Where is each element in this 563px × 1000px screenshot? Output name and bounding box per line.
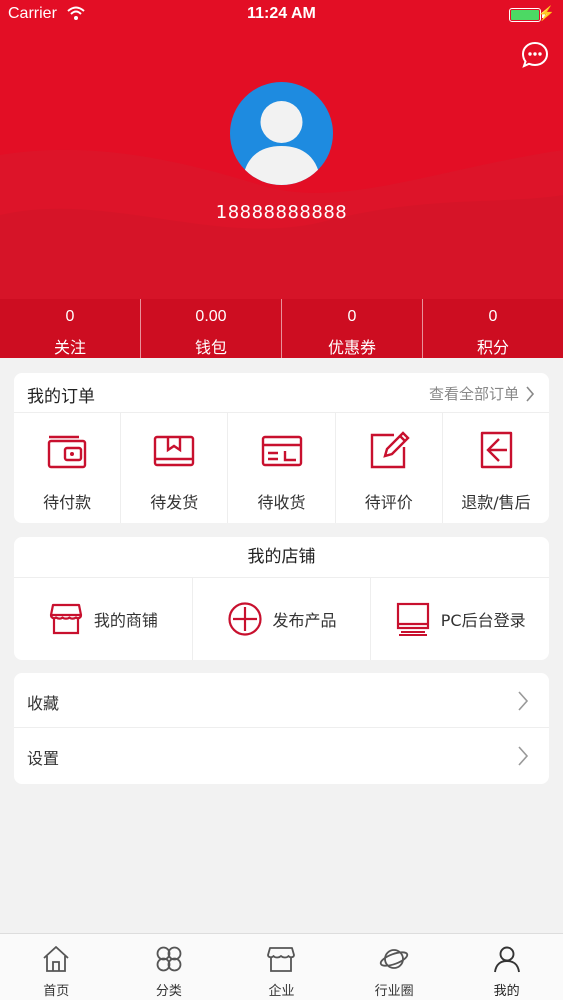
favorites-row[interactable]: 收藏 [14,673,549,728]
order-refund[interactable]: 退款/售后 [443,413,549,523]
order-pending-review[interactable]: 待评价 [336,413,443,523]
bottom-tab-bar: 首页 分类 企业 行业圈 我的 [0,933,563,1000]
order-item-label: 退款/售后 [461,493,531,512]
user-icon [493,946,520,973]
clock: 11:24 AM [247,5,316,22]
tab-label: 分类 [155,984,182,999]
tab-label: 我的 [493,984,520,999]
tab-label: 企业 [268,984,295,999]
stat-value: 0 [488,308,498,325]
orders-header: 我的订单 查看全部订单 [14,373,549,413]
orders-card: 我的订单 查看全部订单 待付款 待发货 待收货 待评价 退款/售后 [14,373,549,523]
avatar[interactable] [230,82,333,185]
order-item-label: 待收货 [257,493,306,512]
store-icon [49,603,82,635]
shop-card: 我的店铺 我的商铺 发布产品 PC后台登录 [14,537,549,660]
enterprise-icon [267,947,296,972]
stat-follow[interactable]: 0 关注 [0,299,141,358]
order-item-label: 待发货 [150,493,199,512]
stat-points[interactable]: 0 积分 [423,299,563,358]
tab-label: 行业圈 [374,984,414,999]
planet-icon [379,949,409,969]
tab-category[interactable]: 分类 [113,934,226,1000]
orders-title: 我的订单 [27,387,95,407]
order-item-label: 待评价 [364,493,413,512]
return-icon [480,431,513,469]
stat-label: 积分 [476,338,509,357]
status-bar: Carrier 11:24 AM ⚡ [0,0,563,30]
order-item-label: 待付款 [43,493,92,512]
monitor-icon [396,602,429,636]
tab-label: 首页 [43,984,70,999]
charging-icon: ⚡ [537,5,555,21]
shop-title: 我的店铺 [14,537,549,578]
stat-value: 0.00 [195,308,227,325]
category-icon [156,946,182,972]
settings-list: 收藏 设置 [14,673,549,784]
order-pending-payment[interactable]: 待付款 [14,413,122,523]
settings-row[interactable]: 设置 [14,728,549,783]
card-icon [261,435,302,467]
shop-item-label: PC后台登录 [440,611,526,630]
wallet-icon [47,435,87,469]
stat-value: 0 [65,308,75,325]
stat-label: 优惠券 [327,338,376,357]
shop-item-label: 我的商铺 [93,611,158,630]
tab-home[interactable]: 首页 [0,934,113,1000]
battery-icon [509,8,545,22]
profile-header: Carrier 11:24 AM ⚡ 18888888888 0 关注 0.00… [0,0,563,358]
tab-industry-circle[interactable]: 行业圈 [338,934,451,1000]
my-store-button[interactable]: 我的商铺 [14,578,193,660]
home-icon [43,946,69,972]
shop-item-label: 发布产品 [272,611,337,630]
list-item-label: 收藏 [27,694,60,713]
package-icon [154,435,195,467]
order-pending-receipt[interactable]: 待收货 [228,413,336,523]
plus-circle-icon [227,602,262,636]
publish-product-button[interactable]: 发布产品 [193,578,372,660]
edit-icon [370,431,410,469]
stat-wallet[interactable]: 0.00 钱包 [141,299,282,358]
shop-actions-row: 我的商铺 发布产品 PC后台登录 [14,578,549,660]
chevron-right-icon [526,385,535,402]
list-item-label: 设置 [27,749,60,768]
order-pending-shipment[interactable]: 待发货 [121,413,229,523]
message-icon[interactable] [520,40,550,70]
stat-coupon[interactable]: 0 优惠券 [282,299,423,358]
stat-label: 钱包 [194,338,227,357]
user-avatar-icon [242,101,321,185]
tab-enterprise[interactable]: 企业 [225,934,338,1000]
stats-bar: 0 关注 0.00 钱包 0 优惠券 0 积分 [0,299,563,358]
order-status-row: 待付款 待发货 待收货 待评价 退款/售后 [14,413,549,523]
chevron-right-icon [518,746,529,766]
stat-value: 0 [347,308,357,325]
view-all-orders-label: 查看全部订单 [428,385,519,403]
tab-mine[interactable]: 我的 [450,934,563,1000]
user-phone: 18888888888 [215,202,348,223]
pc-admin-login-button[interactable]: PC后台登录 [371,578,549,660]
chevron-right-icon [518,691,529,711]
stat-label: 关注 [53,338,86,357]
view-all-orders-link[interactable]: 查看全部订单 [429,383,535,404]
